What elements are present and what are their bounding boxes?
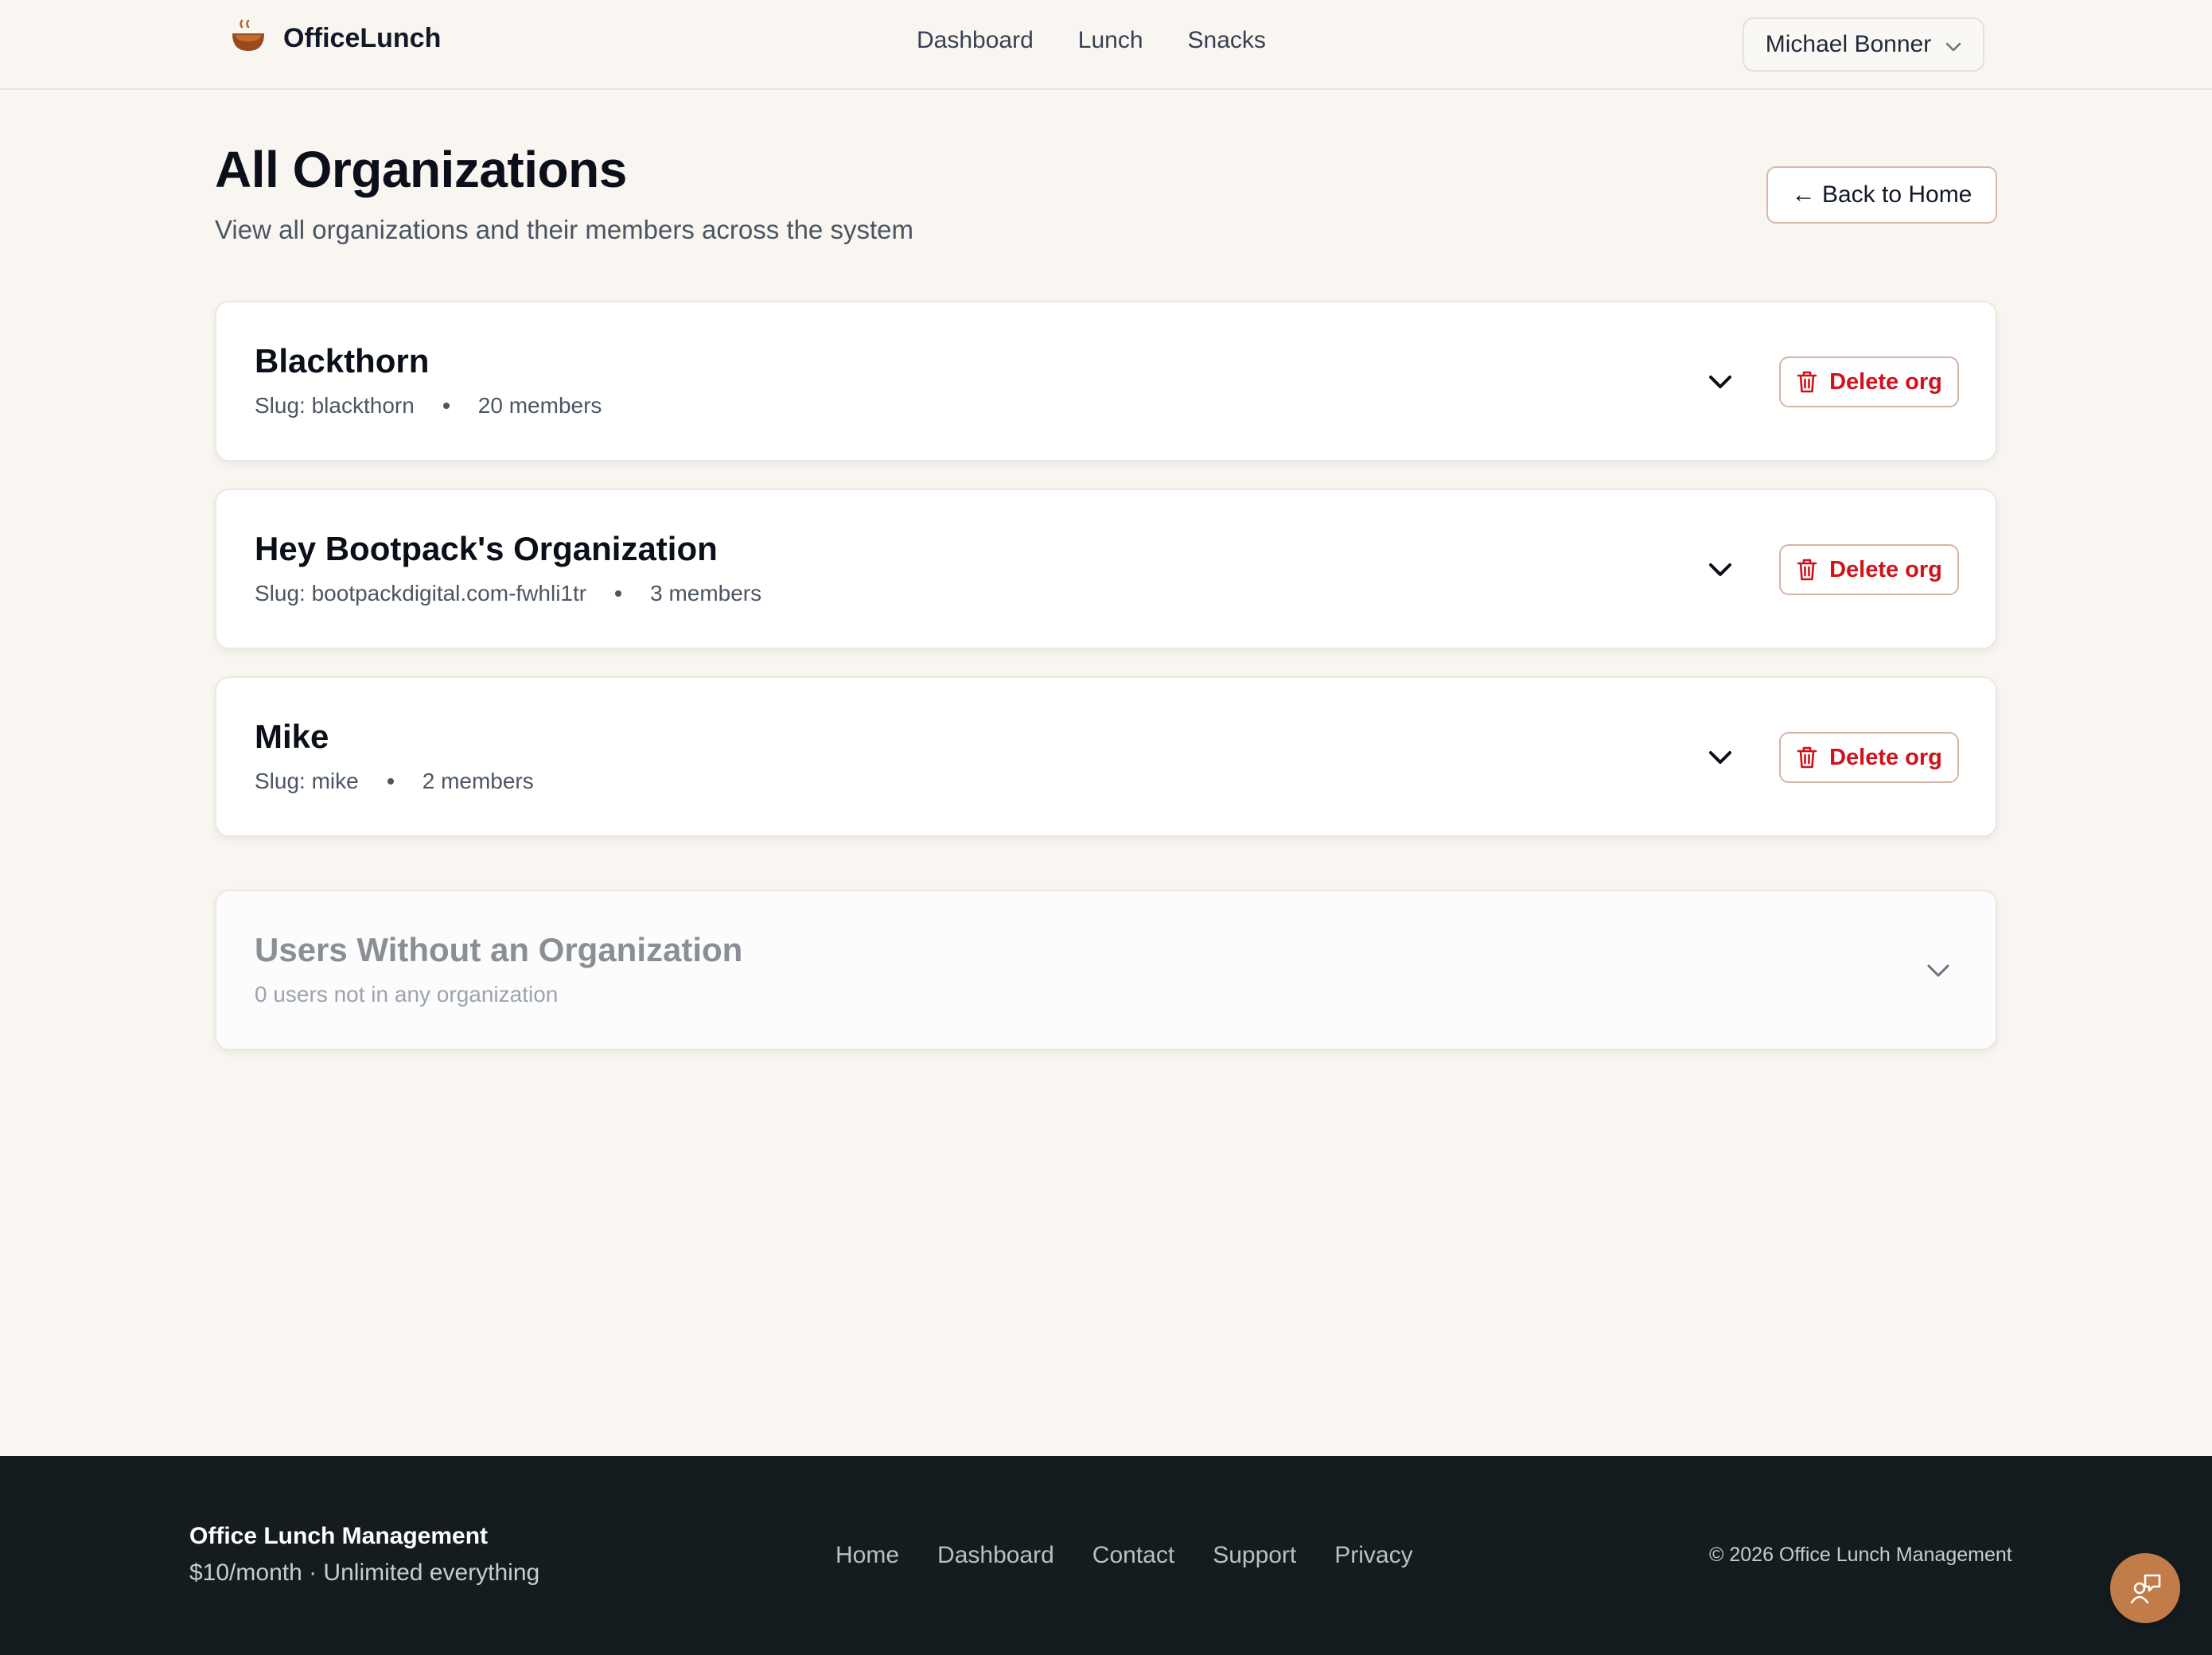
main-nav: Dashboard Lunch Snacks — [917, 27, 1266, 54]
chat-support-icon — [2130, 1574, 2161, 1604]
top-navbar: OfficeLunch Dashboard Lunch Snacks Micha… — [0, 0, 2212, 90]
org-name: Mike — [255, 718, 329, 755]
separator-dot — [387, 778, 394, 785]
org-slug: Slug: mike — [255, 769, 359, 793]
trash-icon — [1797, 746, 1817, 769]
chat-support-button[interactable] — [2110, 1553, 2180, 1623]
separator-dot — [615, 590, 622, 597]
footer-link-support[interactable]: Support — [1213, 1542, 1296, 1569]
expand-org-button[interactable] — [1704, 742, 1736, 773]
back-to-home-button[interactable]: ← Back to Home — [1766, 166, 1997, 224]
unassigned-count: 0 users not in any organization — [255, 982, 559, 1007]
delete-org-button[interactable]: Delete org — [1779, 544, 1959, 595]
copyright: © 2026 Office Lunch Management — [1709, 1544, 2012, 1566]
footer: Office Lunch Management $10/month · Unli… — [0, 1456, 2212, 1655]
brand[interactable]: OfficeLunch — [231, 18, 441, 60]
trash-icon — [1797, 559, 1817, 581]
expand-unassigned-button[interactable] — [1922, 955, 1954, 987]
delete-org-button[interactable]: Delete org — [1779, 732, 1959, 783]
chevron-down-icon — [1709, 751, 1731, 764]
delete-org-label: Delete org — [1829, 368, 1942, 395]
org-meta: Slug: bootpackdigital.com-fwhli1tr 3 mem… — [255, 581, 761, 606]
footer-brand: Office Lunch Management — [189, 1523, 489, 1549]
delete-org-label: Delete org — [1829, 556, 1942, 582]
page-subtitle: View all organizations and their members… — [215, 215, 913, 244]
footer-tagline: $10/month · Unlimited everything — [189, 1560, 540, 1586]
chevron-down-icon — [1945, 31, 1961, 58]
org-name: Hey Bootpack's Organization — [255, 530, 718, 567]
delete-org-label: Delete org — [1829, 744, 1942, 770]
unassigned-meta: 0 users not in any organization — [255, 982, 558, 1007]
org-meta: Slug: blackthorn 20 members — [255, 393, 602, 419]
unassigned-title: Users Without an Organization — [255, 931, 743, 968]
chevron-down-icon — [1709, 376, 1731, 388]
footer-link-contact[interactable]: Contact — [1092, 1542, 1174, 1569]
org-name: Blackthorn — [255, 342, 430, 380]
unassigned-users-card[interactable]: Users Without an Organization 0 users no… — [215, 890, 1997, 1050]
expand-org-button[interactable] — [1704, 554, 1736, 586]
coffee-bowl-icon — [231, 18, 266, 60]
nav-lunch[interactable]: Lunch — [1078, 27, 1143, 54]
org-slug: Slug: bootpackdigital.com-fwhli1tr — [255, 581, 587, 606]
brand-name: OfficeLunch — [283, 23, 442, 53]
org-card: Blackthorn Slug: blackthorn 20 members D… — [215, 301, 1997, 461]
user-name: Michael Bonner — [1765, 31, 1932, 57]
chevron-down-icon — [1709, 563, 1731, 576]
separator-dot — [442, 403, 450, 409]
org-meta: Slug: mike 2 members — [255, 769, 534, 794]
delete-org-button[interactable]: Delete org — [1779, 356, 1959, 407]
footer-link-dashboard[interactable]: Dashboard — [937, 1542, 1054, 1569]
nav-dashboard[interactable]: Dashboard — [917, 27, 1034, 54]
footer-nav: Home Dashboard Contact Support Privacy — [835, 1542, 1413, 1569]
org-card: Mike Slug: mike 2 members Delete org — [215, 676, 1997, 837]
org-card: Hey Bootpack's Organization Slug: bootpa… — [215, 489, 1997, 649]
org-member-count: 2 members — [422, 769, 534, 793]
page: OfficeLunch Dashboard Lunch Snacks Micha… — [0, 0, 2212, 1655]
user-menu-button[interactable]: Michael Bonner — [1743, 18, 1984, 72]
org-member-count: 20 members — [477, 393, 602, 418]
page-title: All Organizations — [215, 141, 627, 198]
footer-link-home[interactable]: Home — [835, 1542, 899, 1569]
nav-snacks[interactable]: Snacks — [1188, 27, 1266, 54]
trash-icon — [1797, 371, 1817, 393]
expand-org-button[interactable] — [1704, 366, 1736, 398]
chevron-down-icon — [1927, 964, 1949, 977]
org-slug: Slug: blackthorn — [255, 393, 415, 418]
footer-link-privacy[interactable]: Privacy — [1334, 1542, 1412, 1569]
org-member-count: 3 members — [650, 581, 762, 606]
